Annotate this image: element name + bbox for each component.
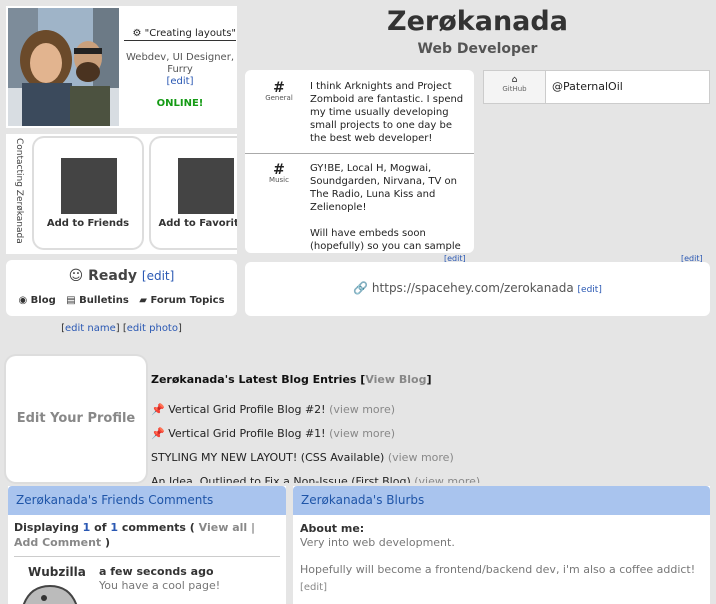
separator: | [251,521,256,534]
commenter-avatar[interactable] [14,580,86,604]
of-label: of [94,521,107,534]
displaying-label: Displaying [14,521,79,534]
view-more-link[interactable]: (view more) [329,427,395,440]
blurbs-panel: Zerøkanada's Blurbs About me: Very into … [293,486,710,604]
blog-entry: STYLING MY NEW LAYOUT! (CSS Available) (… [151,451,454,464]
comment-time: a few seconds ago [99,565,214,578]
shown-count: 1 [82,521,91,534]
blog-entry: 📌 Vertical Grid Profile Blog #1! (view m… [151,427,395,440]
view-more-link[interactable]: (view more) [329,403,395,416]
view-more-link[interactable]: (view more) [414,475,480,483]
blog-heading-close: ] [426,373,432,386]
comments-header: Zerøkanada's Friends Comments [8,486,286,515]
divider [14,556,280,557]
blog-entry: An Idea, Outlined to Fix a Non-Issue (Fi… [151,475,480,483]
blog-entry-title[interactable]: Vertical Grid Profile Blog #1! [168,427,325,440]
friends-comments-panel: Zerøkanada's Friends Comments Displaying… [8,486,286,604]
about-me-heading: About me: [300,522,365,535]
blog-heading-text: Zerøkanada's Latest Blog Entries [ [151,373,366,386]
view-blog-link[interactable]: View Blog [365,373,426,386]
pin-icon: 📌 [151,427,165,440]
blog-entry-title[interactable]: An Idea, Outlined to Fix a Non-Issue (Fi… [151,475,411,483]
view-more-link[interactable]: (view more) [388,451,454,464]
total-count: 1 [110,521,119,534]
blog-entry-title[interactable]: Vertical Grid Profile Blog #2! [168,403,325,416]
comment-text: You have a cool page! [99,579,221,592]
blog-entry-title[interactable]: STYLING MY NEW LAYOUT! (CSS Available) [151,451,384,464]
blog-heading: Zerøkanada's Latest Blog Entries [View B… [151,373,432,386]
about-me-text: Very into web development. [300,536,455,549]
close-paren: ) [105,536,111,549]
blurbs-header: Zerøkanada's Blurbs [293,486,710,515]
blurbs-edit-link[interactable]: [edit] [300,582,327,593]
blog-entry: 📌 Vertical Grid Profile Blog #2! (view m… [151,403,395,416]
view-all-link[interactable]: View all [199,521,248,534]
blog-section: Zerøkanada's Latest Blog Entries [View B… [0,0,716,483]
about-me-text: Hopefully will become a frontend/backend… [300,563,696,576]
pin-icon: 📌 [151,403,165,416]
comments-word: comments ( [121,521,195,534]
comment-author[interactable]: Wubzilla [28,565,86,579]
comments-summary: Displaying 1 of 1 comments ( View all | … [14,520,280,550]
add-comment-link[interactable]: Add Comment [14,536,101,549]
